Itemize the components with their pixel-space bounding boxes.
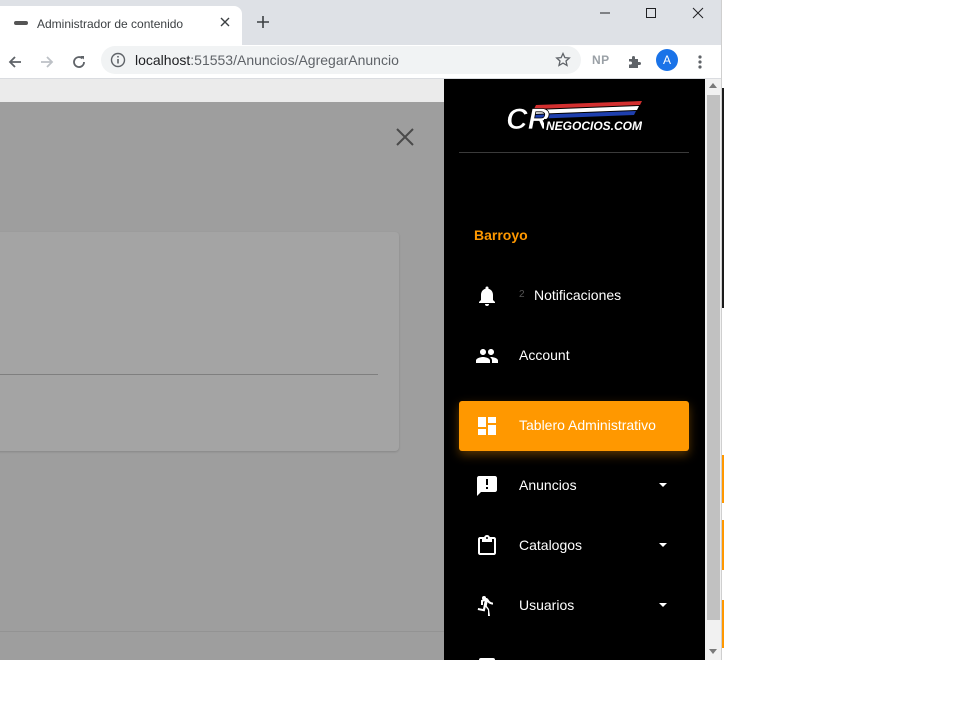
chevron-down-icon[interactable]: [659, 483, 667, 487]
user-name[interactable]: Barroyo: [474, 227, 528, 243]
browser-toolbar: localhost:51553/Anuncios/AgregarAnuncio …: [0, 45, 721, 79]
background-window-edge: [722, 600, 724, 648]
profile-avatar[interactable]: A: [656, 49, 678, 71]
new-tab-icon[interactable]: [252, 12, 274, 34]
sidebar-item-partial[interactable]: [459, 641, 689, 660]
info-icon[interactable]: [110, 52, 126, 68]
sidebar-item-label: Usuarios: [519, 597, 575, 613]
person-walking-icon: [475, 594, 499, 618]
sidebar-item-anuncios[interactable]: Anuncios: [459, 461, 689, 511]
back-arrow-icon[interactable]: [3, 50, 27, 74]
bookmark-star-icon[interactable]: [555, 51, 571, 68]
background-window-edge: [722, 88, 724, 308]
sidebar-item-label: Account: [519, 347, 570, 363]
crnegocios-logo[interactable]: CR NEGOCIOS.COM: [506, 99, 643, 136]
forward-arrow-icon[interactable]: [35, 50, 59, 74]
announcement-icon: [475, 474, 499, 498]
sidebar-divider: [459, 152, 689, 153]
window-close-icon[interactable]: [675, 2, 721, 24]
page-scrollbar[interactable]: [705, 79, 721, 660]
browser-tab[interactable]: Administrador de contenido: [0, 6, 242, 45]
sidebar-item-label: Catalogos: [519, 537, 583, 553]
sidebar-item-usuarios[interactable]: Usuarios: [459, 581, 689, 631]
bell-icon: [475, 284, 499, 308]
page-top-bar: [0, 79, 444, 102]
extension-np-button[interactable]: NP: [592, 53, 610, 67]
divider: [0, 631, 444, 632]
sidebar-item-label: Anuncios: [519, 477, 577, 493]
tab-title: Administrador de contenido: [37, 17, 184, 31]
modal-close-icon[interactable]: [392, 124, 418, 150]
tab-close-icon[interactable]: [216, 14, 234, 32]
chevron-down-icon[interactable]: [659, 543, 667, 547]
scroll-down-arrow-icon[interactable]: [709, 649, 717, 654]
chevron-down-icon[interactable]: [659, 603, 667, 607]
input-underline[interactable]: [0, 374, 378, 375]
clipboard-icon: [475, 534, 499, 558]
page-content: CR NEGOCIOS.COM Barroyo 2 Notificaciones: [0, 79, 705, 660]
tab-strip: Administrador de contenido: [0, 0, 721, 45]
sidebar-item-tablero-administrativo[interactable]: Tablero Administrativo: [459, 401, 689, 451]
background-window-edge: [722, 520, 724, 570]
sidebar-item-notificaciones[interactable]: 2 Notificaciones: [459, 271, 689, 321]
background-window-edge: [722, 455, 724, 503]
sidebar-item-label: Notificaciones: [534, 287, 622, 303]
extensions-puzzle-icon[interactable]: [622, 50, 646, 74]
maximize-icon[interactable]: [628, 2, 674, 24]
svg-text:CR: CR: [506, 103, 550, 133]
sidebar-item-label: Tablero Administrativo: [519, 417, 656, 433]
dashboard-icon: [475, 414, 499, 438]
favicon-icon: [14, 21, 28, 25]
address-bar[interactable]: localhost:51553/Anuncios/AgregarAnuncio: [101, 46, 581, 74]
sidebar: CR NEGOCIOS.COM Barroyo 2 Notificaciones: [444, 79, 705, 660]
scroll-up-arrow-icon[interactable]: [709, 83, 717, 88]
url-text: localhost:51553/Anuncios/AgregarAnuncio: [135, 52, 399, 68]
browser-window: Administrador de contenido localhost:515…: [0, 0, 722, 660]
reload-icon[interactable]: [67, 50, 91, 74]
svg-text:NEGOCIOS.COM: NEGOCIOS.COM: [546, 119, 642, 133]
menu-kebab-icon[interactable]: [688, 50, 712, 74]
notification-count: 2: [519, 289, 525, 300]
scroll-thumb[interactable]: [707, 95, 720, 620]
form-card: [0, 232, 399, 451]
minimize-icon[interactable]: [582, 2, 628, 24]
sidebar-item-account[interactable]: Account: [459, 331, 689, 381]
sidebar-item-icon: [475, 654, 499, 660]
sidebar-item-catalogos[interactable]: Catalogos: [459, 521, 689, 571]
people-icon: [475, 344, 499, 368]
